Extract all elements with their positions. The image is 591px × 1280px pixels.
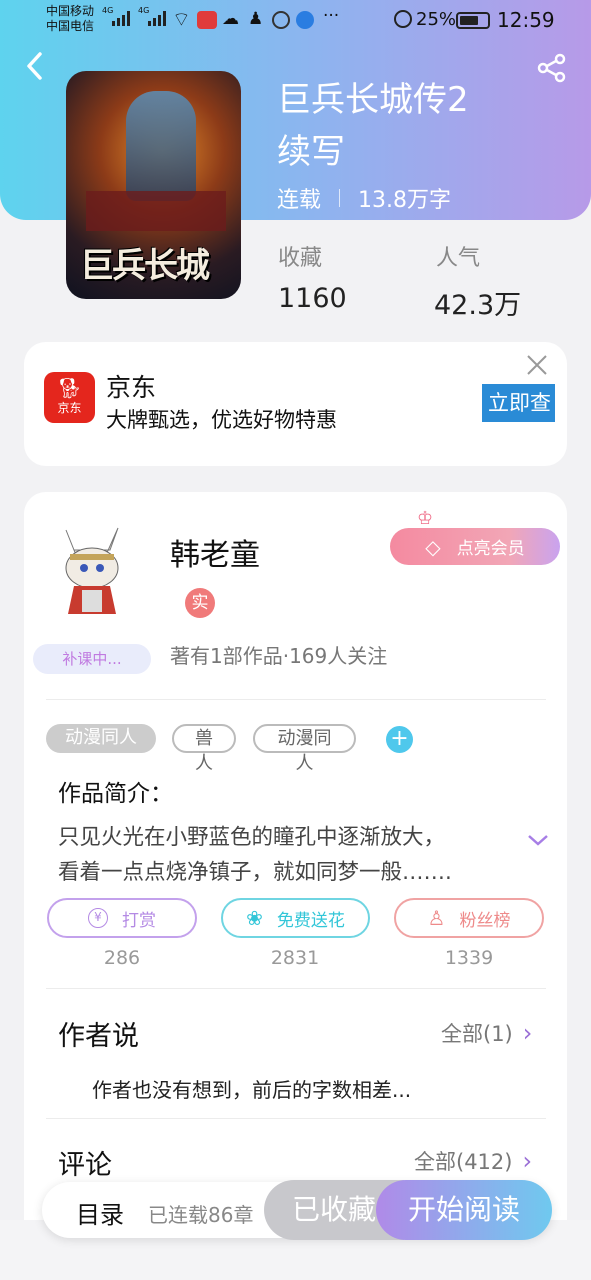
share-icon [537, 53, 566, 83]
signal-icon-2 [148, 10, 166, 26]
jd-dog-icon: 🐕︎ [56, 376, 83, 400]
cover-figure [126, 91, 196, 201]
meta-divider [339, 189, 341, 207]
comments-more-label: 全部(412) [414, 1150, 513, 1174]
plus-icon: + [390, 726, 409, 751]
fan-person-icon: ♙ [427, 906, 446, 930]
ad-cta-button[interactable]: 立即查 [482, 384, 555, 422]
tip-count: 286 [103, 947, 141, 969]
jd-logo: 🐕︎ 京东 [44, 372, 95, 423]
avatar-badge: 补课中... [33, 644, 151, 674]
signal-icon [112, 10, 130, 26]
fan-rank-button[interactable]: ♙ 粉丝榜 [394, 898, 544, 938]
fan-count: 1339 [444, 947, 494, 969]
ad-close-button[interactable] [524, 352, 550, 378]
author-says-more-link[interactable]: 全部(1) › [441, 1018, 532, 1048]
tip-button[interactable]: ¥ 打赏 [47, 898, 197, 938]
jd-logo-text: 京东 [57, 401, 82, 415]
stat-value-popularity: 42.3万 [434, 290, 522, 321]
send-flower-button[interactable]: ❀ 免费送花 [221, 898, 370, 938]
clock: 12:59 [497, 8, 555, 32]
book-meta: 连载 13.8万字 [277, 182, 451, 214]
stat-label-popularity: 人气 [436, 246, 481, 271]
wifi-icon: ⌔ [172, 7, 191, 31]
status-bar: 中国移动 中国电信 4G 4G ⌔ ☁ ♟ ··· 25% 12:59 [0, 0, 591, 40]
carrier-1: 中国移动 [46, 4, 95, 18]
close-icon [527, 355, 547, 375]
start-reading-button[interactable]: 开始阅读 [376, 1180, 552, 1240]
ad-card[interactable]: 🐕︎ 京东 京东 大牌甄选，优选好物特惠 立即查 [24, 342, 567, 466]
avatar-wolf-illustration [65, 527, 119, 614]
cover-wall [86, 191, 226, 231]
comments-heading: 评论 [58, 1150, 112, 1181]
divider-2 [46, 988, 546, 989]
intro-line-1: 只见火光在小野蓝色的瞳孔中逐渐放大， [58, 825, 446, 850]
chevron-right-icon: › [522, 1019, 533, 1047]
author-says-text[interactable]: 作者也没有想到，前后的字数相差... [92, 1074, 411, 1103]
chevron-right-icon: › [522, 1147, 533, 1175]
divider-1 [46, 699, 546, 700]
add-tag-button[interactable]: + [386, 726, 413, 753]
book-cover[interactable]: 巨兵长城 [66, 71, 241, 299]
intro-text[interactable]: 只见火光在小野蓝色的瞳孔中逐渐放大， 看着一点点烧净镇子，就如同梦一般……. [58, 820, 452, 890]
tag-3[interactable]: 动漫同人 [253, 724, 356, 774]
back-button[interactable] [22, 50, 50, 82]
diamond-icon: ◇ [425, 534, 441, 559]
more-notifications: ··· [323, 6, 340, 26]
intro-line-2: 看着一点点烧净镇子，就如同梦一般……. [58, 860, 452, 885]
author-says-more-label: 全部(1) [441, 1022, 513, 1046]
battery-percent: 25% [416, 9, 457, 30]
share-button[interactable] [536, 52, 568, 84]
fan-rank-label: 粉丝榜 [459, 910, 511, 931]
tip-label: 打赏 [122, 910, 156, 931]
data-saver-icon [394, 10, 412, 28]
author-avatar[interactable] [46, 520, 138, 620]
bottom-bar: 目录 已连载86章 已收藏 开始阅读 [42, 1180, 552, 1240]
flower-count: 2831 [270, 947, 320, 969]
comments-more-link[interactable]: 全部(412) › [414, 1146, 532, 1176]
flower-icon: ❀ [246, 906, 263, 930]
carrier-2: 中国电信 [46, 19, 95, 33]
ad-title: 京东 [106, 373, 157, 402]
carrier-labels: 中国移动 中国电信 [46, 4, 94, 34]
member-button-label: 点亮会员 [456, 539, 525, 559]
battery-icon [456, 12, 490, 29]
book-title-line1: 巨兵长城传2 [277, 80, 469, 120]
bulb-icon [272, 11, 290, 29]
qq-icon: ♟ [248, 9, 264, 29]
cover-title-text: 巨兵长城 [80, 246, 210, 286]
tag-2[interactable]: 兽人 [172, 724, 236, 774]
chevron-down-icon [528, 835, 548, 846]
back-arrow-icon [27, 52, 42, 80]
stat-label-favorites: 收藏 [278, 246, 323, 271]
wechat-icon: ☁ [222, 9, 239, 29]
divider-3 [46, 1118, 546, 1119]
author-info: 著有1部作品·169人关注 [170, 644, 388, 668]
book-title-line2: 续写 [277, 132, 345, 172]
tag-1[interactable]: 动漫同人 [46, 724, 156, 753]
stat-value-favorites: 1160 [278, 283, 347, 314]
verified-badge: 实 [185, 588, 215, 618]
browser-icon [296, 11, 314, 29]
expand-intro-button[interactable] [526, 830, 550, 850]
member-button[interactable]: ◇ 点亮会员 [390, 528, 560, 565]
app-notification-icon [197, 11, 217, 29]
toc-button[interactable]: 目录 [76, 1195, 124, 1230]
author-name[interactable]: 韩老童 [170, 530, 260, 574]
author-says-heading: 作者说 [58, 1021, 139, 1052]
word-count: 13.8万字 [358, 188, 452, 213]
intro-heading: 作品简介： [58, 781, 173, 807]
book-title: 巨兵长城传2 续写 [277, 74, 537, 178]
toc-info: 已连载86章 [148, 1203, 254, 1227]
book-status: 连载 [277, 188, 322, 213]
yen-icon: ¥ [88, 908, 108, 928]
ad-subtitle: 大牌甄选，优选好物特惠 [106, 408, 337, 432]
send-flower-label: 免费送花 [276, 910, 345, 931]
crown-icon: ♔ [417, 508, 434, 529]
